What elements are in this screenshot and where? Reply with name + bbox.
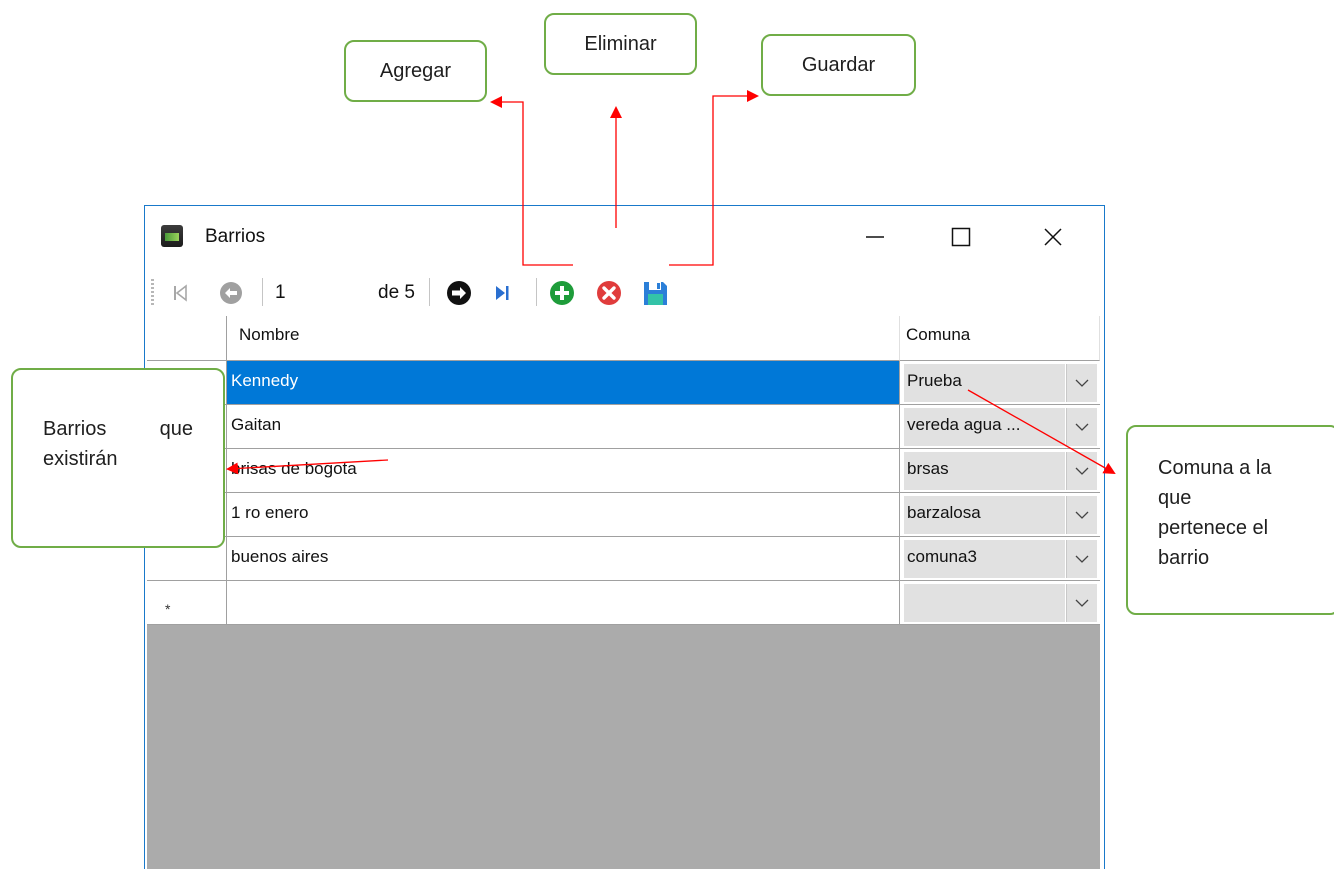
chevron-down-icon [1075, 379, 1089, 387]
count-label: de 5 [378, 282, 415, 303]
combo-comuna-value [904, 584, 1065, 622]
callout-agregar-text: Agregar [379, 59, 452, 82]
callout-agregar: Agregar [344, 40, 487, 102]
callout-guardar-text: Guardar [801, 53, 876, 76]
chevron-down-icon [1075, 467, 1089, 475]
chevron-down-icon [1075, 599, 1089, 607]
chevron-down-icon [1075, 555, 1089, 563]
combo-comuna-value: comuna3 [904, 540, 1065, 578]
combo-comuna-value: Prueba [904, 364, 1065, 402]
callout-barrios-line1: Barrios que [43, 414, 193, 444]
barrios-window: Barrios de 5 [144, 205, 1105, 869]
add-icon [550, 281, 574, 305]
chevron-down-icon [1075, 511, 1089, 519]
column-header-comuna[interactable]: Comuna [900, 316, 1100, 361]
move-previous-icon [220, 282, 242, 304]
maximize-icon [951, 227, 971, 247]
cell-nombre[interactable]: 1 ro enero [227, 493, 900, 537]
combo-comuna[interactable]: brsas [900, 449, 1100, 493]
combo-comuna[interactable]: comuna3 [900, 537, 1100, 581]
save-icon [644, 282, 667, 305]
dropdown-button[interactable] [1066, 452, 1097, 490]
new-row-combo-comuna[interactable] [900, 581, 1100, 625]
toolbar-separator [429, 278, 430, 306]
add-new-button[interactable] [546, 277, 578, 309]
app-icon [161, 225, 183, 247]
dropdown-button[interactable] [1066, 584, 1097, 622]
callout-comuna-line: pertenece el [1158, 517, 1269, 539]
cell-nombre[interactable]: brisas de bogota [227, 449, 900, 493]
callout-comuna-line: barrio [1158, 547, 1210, 569]
callout-comuna: Comuna a la que pertenece el barrio [1126, 425, 1334, 615]
dropdown-button[interactable] [1066, 408, 1097, 446]
toolbar-separator [262, 278, 263, 306]
cell-nombre[interactable]: buenos aires [227, 537, 900, 581]
delete-button[interactable] [593, 277, 625, 309]
cell-nombre[interactable]: Gaitan [227, 405, 900, 449]
cell-nombre[interactable]: Kennedy [227, 361, 900, 405]
toolbar-separator [536, 278, 537, 306]
move-first-button[interactable] [164, 277, 196, 309]
title-bar: Barrios [145, 206, 1104, 270]
callout-barrios-word: Barrios [43, 418, 107, 440]
combo-comuna-value: brsas [904, 452, 1065, 490]
combo-comuna[interactable]: vereda agua ... [900, 405, 1100, 449]
column-header-nombre[interactable]: Nombre [227, 316, 900, 361]
window-title: Barrios [205, 226, 266, 247]
save-button[interactable] [639, 277, 671, 309]
move-next-icon [447, 281, 471, 305]
callout-barrios: Barrios que existirán [11, 368, 225, 548]
move-last-icon [496, 286, 509, 300]
callout-guardar: Guardar [761, 34, 916, 96]
combo-comuna[interactable]: Prueba [900, 361, 1100, 405]
close-button[interactable] [1023, 212, 1083, 262]
maximize-button[interactable] [931, 212, 991, 262]
combo-comuna-value: barzalosa [904, 496, 1065, 534]
new-row-header[interactable]: * [147, 581, 227, 625]
callout-barrios-word: que [159, 418, 193, 440]
position-input[interactable] [275, 280, 365, 306]
delete-icon [597, 281, 621, 305]
callout-eliminar-text: Eliminar [584, 32, 657, 55]
combo-comuna[interactable]: barzalosa [900, 493, 1100, 537]
callout-comuna-line: que [1158, 487, 1192, 509]
dropdown-button[interactable] [1066, 364, 1097, 402]
move-next-button[interactable] [443, 277, 475, 309]
combo-comuna-value: vereda agua ... [904, 408, 1065, 446]
new-row-nombre-cell[interactable] [227, 581, 900, 625]
toolbar-grip[interactable] [151, 279, 154, 307]
grid-corner-header[interactable] [147, 316, 227, 361]
binding-navigator-toolbar: de 5 [145, 270, 1104, 316]
close-icon [1044, 228, 1062, 246]
minimize-button[interactable] [845, 212, 905, 262]
new-row-marker: * [165, 601, 171, 617]
dropdown-button[interactable] [1066, 496, 1097, 534]
move-previous-button[interactable] [215, 277, 247, 309]
dropdown-button[interactable] [1066, 540, 1097, 578]
callout-comuna-line: Comuna a la [1158, 457, 1272, 479]
minimize-icon [866, 236, 884, 238]
move-last-button[interactable] [486, 277, 518, 309]
callout-barrios-line2: existirán [43, 448, 118, 470]
callout-eliminar: Eliminar [544, 13, 697, 75]
barrios-data-grid: Nombre Comuna Kennedy Prueba Gaitan vere… [147, 316, 1100, 869]
move-first-icon [174, 284, 187, 302]
chevron-down-icon [1075, 423, 1089, 431]
